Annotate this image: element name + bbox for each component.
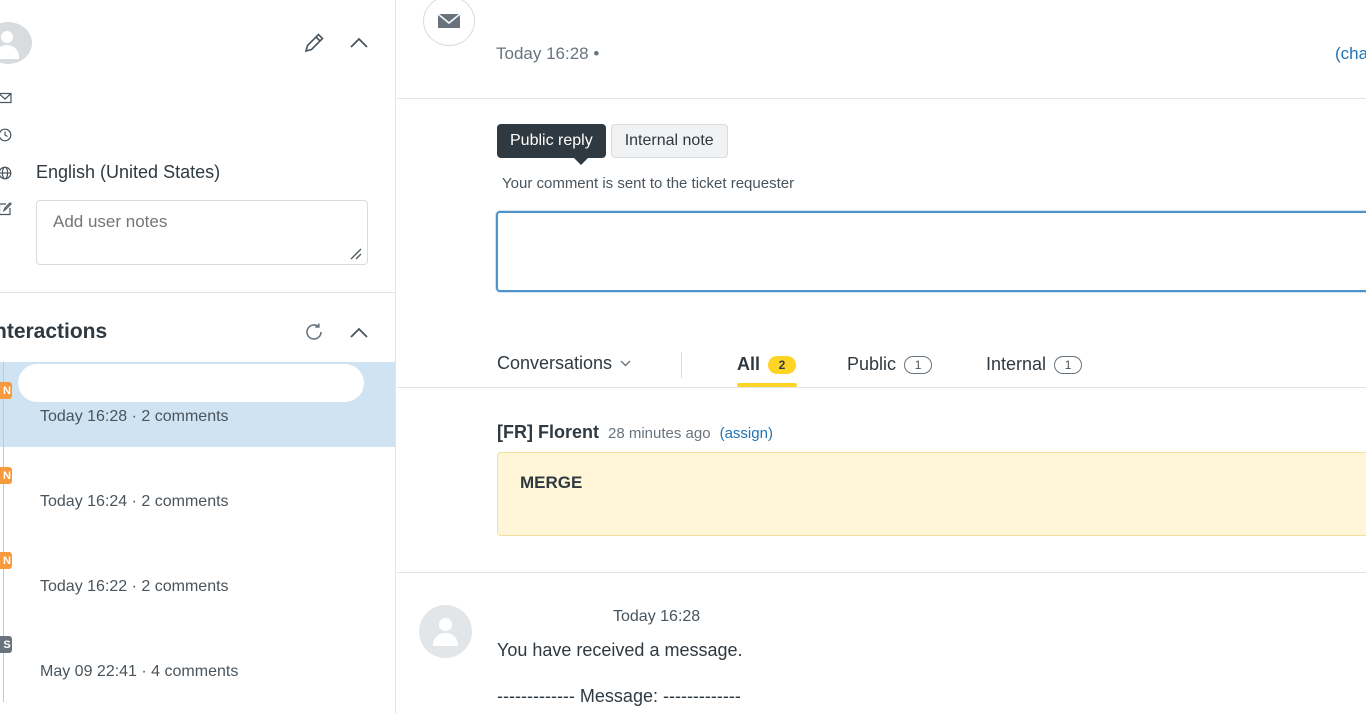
interaction-item[interactable]: N Today 16:24 · 2 comments <box>0 447 395 532</box>
filter-divider <box>397 387 1366 388</box>
panel-divider <box>0 292 395 293</box>
globe-icon <box>0 166 14 182</box>
tab-all-label: All <box>737 354 761 374</box>
message-time: Today 16:28 <box>613 608 701 625</box>
conversation-filter-bar: Conversations All 2 Public 1 Internal 1 <box>497 350 1366 390</box>
header-divider <box>397 98 1366 99</box>
tab-public-count: 1 <box>904 355 933 374</box>
assign-link[interactable]: (assign) <box>720 425 773 442</box>
interaction-item[interactable]: N Today 16:22 · 2 comments <box>0 532 395 617</box>
interactions-list: N Today 16:28 · 2 comments N Today 16:24… <box>0 362 395 702</box>
comment-divider <box>397 572 1366 573</box>
status-badge: N <box>0 467 12 484</box>
email-channel-icon <box>423 0 475 46</box>
tab-all-count: 2 <box>768 355 797 374</box>
status-badge: S <box>0 636 12 653</box>
interaction-meta: May 09 22:41 · 4 comments <box>40 663 239 680</box>
conversations-dropdown-label: Conversations <box>497 353 613 373</box>
public-reply-button[interactable]: Public reply <box>497 124 606 165</box>
reply-editor[interactable] <box>496 211 1366 292</box>
interaction-meta: Today 16:22 · 2 comments <box>40 578 229 595</box>
reply-type-tabs: Public reply Internal note <box>497 124 728 165</box>
refresh-icon[interactable] <box>302 320 326 344</box>
message-separator-text: ------------- Message: ------------- <box>497 686 741 706</box>
user-language: English (United States) <box>36 162 221 182</box>
user-avatar <box>0 22 32 64</box>
ticket-main: Today 16:28 • (cha Public reply Internal… <box>397 0 1366 714</box>
filter-separator <box>681 352 682 378</box>
tab-public-label: Public <box>847 354 897 374</box>
note-time: 28 minutes ago <box>608 425 711 442</box>
resize-handle-icon[interactable] <box>350 247 362 260</box>
tab-internal-count: 1 <box>1054 355 1083 374</box>
collapse-chevron-up-icon[interactable] <box>348 32 370 54</box>
ticket-timestamp: Today 16:28 • <box>496 44 600 63</box>
internal-note-header: [FR] Florent 28 minutes ago (assign) <box>497 422 773 443</box>
timeline-line <box>3 532 4 617</box>
tab-internal-label: Internal <box>986 354 1047 374</box>
tab-all[interactable]: All 2 <box>737 354 797 375</box>
envelope-icon <box>0 91 14 107</box>
redacted-subject <box>18 364 364 402</box>
interaction-item[interactable]: S May 09 22:41 · 4 comments <box>0 617 395 702</box>
interactions-heading: nteractions <box>0 320 108 343</box>
interaction-meta: Today 16:24 · 2 comments <box>40 493 229 510</box>
status-badge: N <box>0 552 12 569</box>
note-author: [FR] Florent <box>497 422 599 442</box>
clock-icon <box>0 128 14 144</box>
conversations-dropdown[interactable]: Conversations <box>497 353 631 374</box>
interaction-meta: Today 16:28 · 2 comments <box>40 408 229 425</box>
tab-internal[interactable]: Internal 1 <box>986 354 1083 375</box>
interaction-item[interactable]: N Today 16:28 · 2 comments <box>0 362 395 447</box>
internal-note-body: MERGE <box>497 452 1366 536</box>
user-panel: English (United States) nteractions N To… <box>0 0 396 714</box>
edit-pencil-icon[interactable] <box>302 30 326 56</box>
reply-hint: Your comment is sent to the ticket reque… <box>502 175 795 192</box>
status-badge: N <box>0 382 12 399</box>
requester-avatar <box>419 605 472 658</box>
internal-note-button[interactable]: Internal note <box>610 124 728 158</box>
timeline-line <box>3 617 4 702</box>
tab-public[interactable]: Public 1 <box>847 354 933 375</box>
user-notes-field[interactable] <box>36 200 368 265</box>
chevron-down-icon <box>620 360 631 367</box>
message-text: You have received a message. <box>497 640 743 660</box>
collapse-chevron-up-icon[interactable] <box>348 322 370 344</box>
timeline-line <box>3 447 4 532</box>
change-link[interactable]: (cha <box>1335 44 1366 64</box>
note-edit-icon <box>0 202 14 218</box>
timeline-line <box>3 362 4 447</box>
